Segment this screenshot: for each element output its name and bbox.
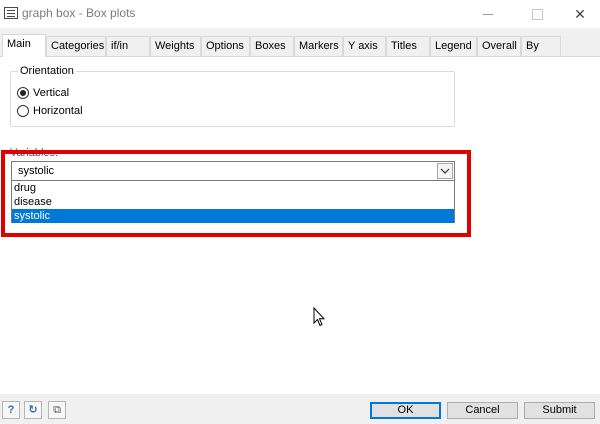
tab-legend[interactable]: Legend <box>430 36 477 56</box>
tab-options[interactable]: Options <box>201 36 250 56</box>
title-bar: graph box - Box plots ✕ <box>0 0 600 28</box>
tab-titles[interactable]: Titles <box>386 36 430 56</box>
tab-strip: Main Categories if/in Weights Options Bo… <box>0 34 600 57</box>
variables-dropdown-list: drug disease systolic <box>11 181 455 223</box>
tab-by[interactable]: By <box>521 36 561 56</box>
radio-vertical-label: Vertical <box>33 87 70 99</box>
radio-vertical-button[interactable] <box>17 87 29 99</box>
help-icon[interactable]: ? <box>2 401 20 419</box>
orientation-group: Orientation Vertical Horizontal <box>10 65 455 127</box>
variables-combobox[interactable]: systolic <box>11 161 455 181</box>
main-panel: Orientation Vertical Horizontal Variable… <box>0 56 600 394</box>
reset-icon[interactable]: ↻ <box>24 401 42 419</box>
submit-button[interactable]: Submit <box>524 402 595 419</box>
tab-weights[interactable]: Weights <box>150 36 201 56</box>
list-item[interactable]: drug <box>12 181 454 195</box>
tab-if-in[interactable]: if/in <box>106 36 150 56</box>
tab-categories[interactable]: Categories <box>46 36 106 56</box>
variables-label: Variables: <box>10 147 59 159</box>
maximize-button[interactable] <box>515 0 559 28</box>
window-title: graph box - Box plots <box>22 6 136 20</box>
ok-button[interactable]: OK <box>370 402 441 419</box>
tab-markers[interactable]: Markers <box>294 36 343 56</box>
list-item[interactable]: disease <box>12 195 454 209</box>
app-icon <box>4 7 18 19</box>
radio-horizontal-label: Horizontal <box>33 105 83 117</box>
tab-overall[interactable]: Overall <box>477 36 521 56</box>
close-button[interactable]: ✕ <box>558 0 600 28</box>
list-item[interactable]: systolic <box>12 209 454 223</box>
tab-y-axis[interactable]: Y axis <box>343 36 386 56</box>
radio-vertical[interactable]: Vertical <box>17 86 69 100</box>
tab-main[interactable]: Main <box>2 34 46 57</box>
variables-combobox-value: systolic <box>18 165 55 177</box>
copy-icon[interactable]: ⧉ <box>48 401 66 419</box>
radio-horizontal[interactable]: Horizontal <box>17 104 83 118</box>
mouse-cursor-icon <box>313 306 326 330</box>
minimize-button[interactable] <box>466 0 510 28</box>
cancel-button[interactable]: Cancel <box>447 402 518 419</box>
radio-horizontal-button[interactable] <box>17 105 29 117</box>
dialog-footer: ? ↻ ⧉ OK Cancel Submit <box>0 394 600 424</box>
chevron-down-icon[interactable] <box>437 163 453 179</box>
orientation-legend: Orientation <box>18 65 76 77</box>
tab-boxes[interactable]: Boxes <box>250 36 294 56</box>
